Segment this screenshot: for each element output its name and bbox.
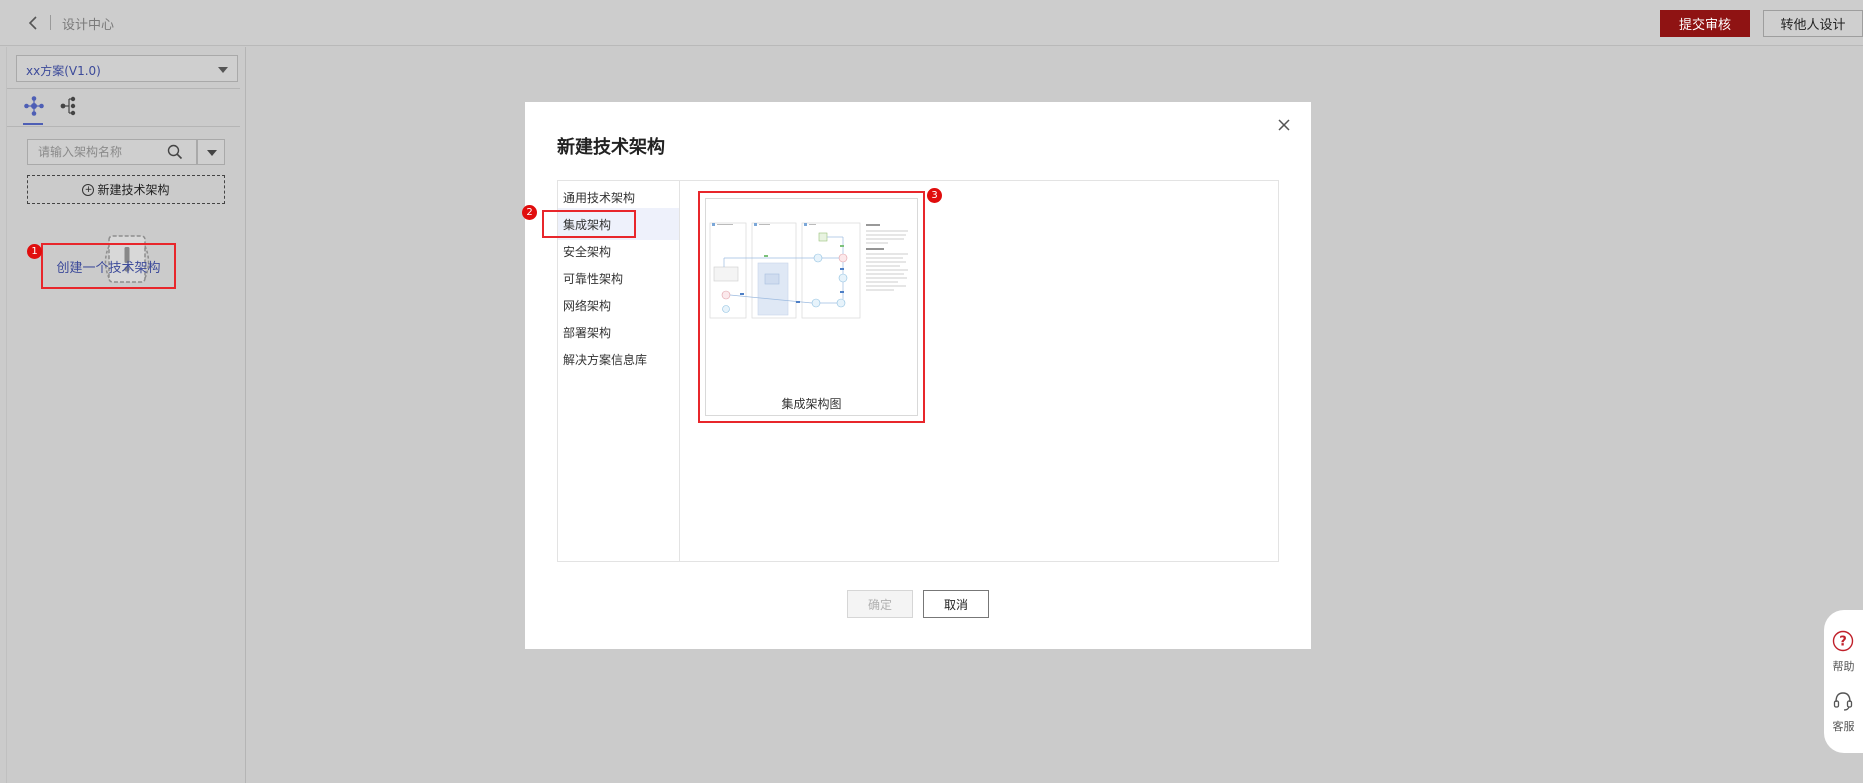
new-architecture-label: 新建技术架构	[97, 183, 170, 197]
category-item-solution-library[interactable]: 解决方案信息库	[558, 343, 679, 375]
floating-help-panel: ? 帮助 客服	[1824, 610, 1863, 753]
step-marker-3: 3	[927, 188, 942, 203]
dialog-title: 新建技术架构	[557, 137, 665, 158]
scheme-select-value: xx方案(V1.0)	[26, 64, 101, 78]
chevron-down-icon	[218, 67, 228, 73]
close-icon[interactable]	[1277, 118, 1291, 132]
breadcrumb[interactable]: 设计中心	[62, 14, 114, 33]
help-question-icon[interactable]: ?	[1832, 630, 1854, 652]
svg-text:?: ?	[1839, 635, 1847, 650]
customer-service-label[interactable]: 客服	[1824, 718, 1863, 734]
filter-dropdown-button[interactable]	[197, 139, 225, 165]
scheme-select[interactable]: xx方案(V1.0)	[16, 55, 238, 82]
tree-structure-icon[interactable]	[59, 95, 81, 117]
create-architecture-link[interactable]: 创建一个技术架构	[41, 243, 176, 289]
headset-icon[interactable]	[1832, 690, 1854, 712]
top-bar: 设计中心 提交审核 转他人设计	[0, 0, 1863, 46]
submit-review-button[interactable]: 提交审核	[1660, 10, 1750, 37]
new-architecture-button[interactable]: + 新建技术架构	[27, 175, 225, 204]
architecture-grid-icon[interactable]	[23, 95, 45, 117]
category-list: 通用技术架构 集成架构 安全架构 可靠性架构 网络架构 部署架构 解决方案信息库	[542, 181, 680, 561]
category-highlight-box	[542, 210, 636, 238]
confirm-button[interactable]: 确定	[847, 590, 913, 618]
search-icon[interactable]	[167, 144, 183, 160]
new-architecture-dialog: 新建技术架构 通用技术架构 集成架构 安全架构 可靠性架构 网络架构 部署架构 …	[522, 102, 1311, 649]
transfer-design-button[interactable]: 转他人设计	[1763, 10, 1863, 37]
step-marker-2: 2	[522, 205, 537, 220]
sidebar: xx方案(V1.0) + 新建技术架构	[6, 47, 246, 783]
template-card[interactable]: 集成架构图	[698, 191, 925, 423]
breadcrumb-separator	[50, 15, 51, 30]
template-card-label: 集成架构图	[781, 397, 842, 411]
active-tab-indicator	[23, 123, 43, 125]
architecture-diagram-thumbnail	[709, 222, 908, 319]
cancel-button[interactable]: 取消	[923, 590, 989, 618]
back-arrow-icon[interactable]	[24, 12, 44, 34]
sidebar-divider	[7, 126, 240, 127]
sidebar-divider	[7, 88, 240, 89]
template-panel: 通用技术架构 集成架构 安全架构 可靠性架构 网络架构 部署架构 解决方案信息库…	[522, 180, 1279, 562]
step-marker-1: 1	[27, 244, 42, 259]
template-card-inner: 集成架构图	[705, 198, 918, 416]
caret-down-icon	[207, 150, 217, 156]
plus-circle-icon: +	[82, 183, 95, 196]
help-label[interactable]: 帮助	[1824, 658, 1863, 674]
